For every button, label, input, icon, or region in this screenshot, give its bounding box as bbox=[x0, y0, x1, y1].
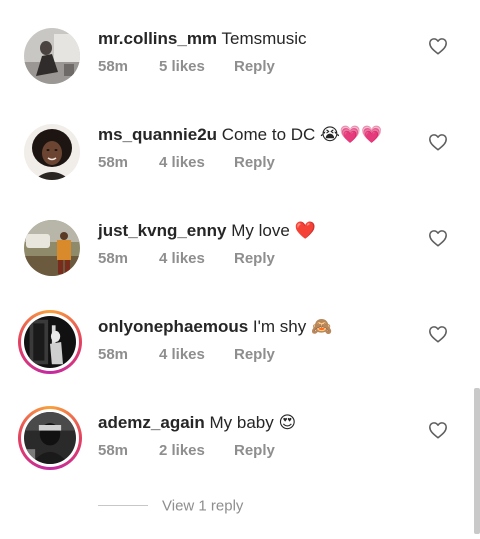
comment-likes[interactable]: 2 likes bbox=[159, 442, 234, 459]
reply-button[interactable]: Reply bbox=[234, 346, 275, 363]
comment-item: mr.collins_mm Temsmusic 58m 5 likes Reply bbox=[0, 28, 480, 124]
comment-item: just_kvng_enny My love ❤️ 58m 4 likes Repl… bbox=[0, 220, 480, 316]
comment-text: I'm shy 🙈 bbox=[252, 317, 333, 336]
avatar[interactable] bbox=[18, 406, 82, 470]
comment-text: Temsmusic bbox=[221, 29, 307, 48]
comment-line: onlyonephaemous I'm shy 🙈 bbox=[98, 317, 332, 337]
scrollbar[interactable] bbox=[474, 388, 480, 534]
comment-meta: 58m 4 likes Reply bbox=[98, 250, 275, 267]
comment-line: mr.collins_mm Temsmusic bbox=[98, 29, 307, 49]
avatar[interactable] bbox=[24, 28, 80, 84]
avatar-photo bbox=[24, 316, 76, 368]
view-replies-button[interactable]: View 1 reply bbox=[98, 497, 243, 517]
replies-divider bbox=[98, 505, 148, 507]
heart-outline-icon[interactable] bbox=[428, 325, 448, 343]
comments-screen: mr.collins_mm Temsmusic 58m 5 likes Reply bbox=[0, 0, 480, 539]
heart-outline-icon[interactable] bbox=[428, 37, 448, 55]
reply-button[interactable]: Reply bbox=[234, 442, 275, 459]
reply-button[interactable]: Reply bbox=[234, 58, 275, 75]
comment-meta: 58m 4 likes Reply bbox=[98, 346, 275, 363]
avatar-photo bbox=[24, 220, 80, 276]
avatar-photo bbox=[24, 28, 80, 84]
comment-username[interactable]: onlyonephaemous bbox=[98, 317, 248, 336]
story-ring bbox=[18, 406, 82, 470]
comment-likes[interactable]: 4 likes bbox=[159, 154, 234, 171]
avatar[interactable] bbox=[24, 220, 80, 276]
heart-emoji: ❤️ bbox=[294, 221, 316, 240]
comment-item: onlyonephaemous I'm shy 🙈 58m 4 likes Repl… bbox=[0, 310, 480, 412]
avatar[interactable] bbox=[18, 310, 82, 374]
comment-item: ademz_again My baby 😍 58m 2 likes Reply bbox=[0, 406, 480, 508]
avatar-photo bbox=[24, 124, 80, 180]
reply-button[interactable]: Reply bbox=[234, 154, 275, 171]
story-ring bbox=[18, 310, 82, 374]
comment-time: 58m bbox=[98, 346, 129, 363]
avatar[interactable] bbox=[24, 124, 80, 180]
comment-line: just_kvng_enny My love ❤️ bbox=[98, 221, 316, 241]
reply-button[interactable]: Reply bbox=[234, 250, 275, 267]
comment-username[interactable]: ademz_again bbox=[98, 413, 205, 432]
comment-text: My baby 😍 bbox=[209, 413, 297, 432]
comment-time: 58m bbox=[98, 442, 129, 459]
comment-text: Come to DC 😭💗💗 bbox=[221, 125, 383, 144]
comment-likes[interactable]: 4 likes bbox=[159, 346, 234, 363]
heart-outline-icon[interactable] bbox=[428, 421, 448, 439]
comment-item: ms_quannie2u Come to DC 😭💗💗 58m 4 likes Re… bbox=[0, 124, 480, 220]
comment-line: ademz_again My baby 😍 bbox=[98, 413, 296, 433]
comment-meta: 58m 5 likes Reply bbox=[98, 58, 275, 75]
avatar-photo bbox=[24, 412, 76, 464]
comment-username[interactable]: just_kvng_enny bbox=[98, 221, 227, 240]
comment-meta: 58m 4 likes Reply bbox=[98, 154, 275, 171]
comment-username[interactable]: ms_quannie2u bbox=[98, 125, 217, 144]
comment-time: 58m bbox=[98, 154, 129, 171]
comment-likes[interactable]: 5 likes bbox=[159, 58, 234, 75]
heart-outline-icon[interactable] bbox=[428, 133, 448, 151]
comment-text: My love bbox=[231, 221, 295, 240]
comment-line: ms_quannie2u Come to DC 😭💗💗 bbox=[98, 125, 382, 145]
view-replies-label: View 1 reply bbox=[162, 497, 244, 515]
comment-likes[interactable]: 4 likes bbox=[159, 250, 234, 267]
comment-time: 58m bbox=[98, 58, 129, 75]
comment-username[interactable]: mr.collins_mm bbox=[98, 29, 217, 48]
comment-time: 58m bbox=[98, 250, 129, 267]
comment-meta: 58m 2 likes Reply bbox=[98, 442, 275, 459]
heart-outline-icon[interactable] bbox=[428, 229, 448, 247]
